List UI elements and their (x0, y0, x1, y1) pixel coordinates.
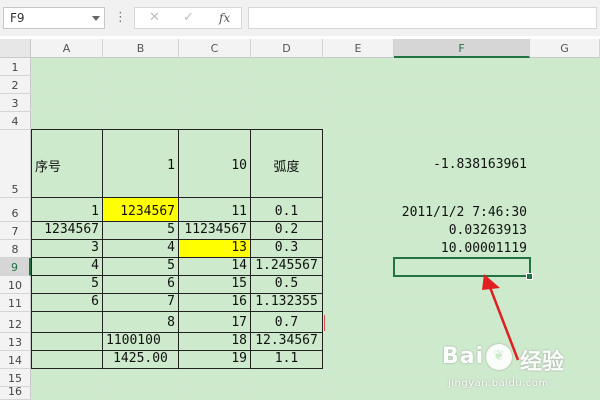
row-header-13[interactable]: 13 (0, 333, 31, 351)
formula-bar: F9 ⋮ ✕ ✓ fx (0, 0, 600, 36)
row-header-1[interactable]: 1 (0, 58, 31, 76)
cell-c5[interactable]: 10 (179, 129, 251, 198)
cell-b9[interactable]: 5 (103, 258, 179, 276)
cell-c11[interactable]: 16 (179, 294, 251, 312)
column-header-f[interactable]: F (394, 39, 530, 58)
row-header-3[interactable]: 3 (0, 94, 31, 112)
more-options-icon[interactable]: ⋮ (114, 7, 127, 29)
cell-a5[interactable]: 序号 (31, 129, 103, 198)
gridline (31, 75, 600, 76)
select-all-corner[interactable] (0, 39, 31, 58)
cell-d6[interactable]: 0.1 (251, 198, 323, 222)
cell-c7[interactable]: 11234567 (179, 222, 251, 240)
row-header-10[interactable]: 10 (0, 276, 31, 294)
row-header-5[interactable]: 5 (0, 130, 31, 198)
insert-function-icon[interactable]: fx (219, 11, 230, 25)
cell-c8[interactable]: 13 (179, 240, 251, 258)
row-header-11[interactable]: 11 (0, 294, 31, 312)
name-box[interactable]: F9 (3, 7, 105, 29)
cell-d5[interactable]: 弧度 (251, 129, 323, 198)
cell-c12[interactable]: 17 (179, 312, 251, 333)
cell-c10[interactable]: 15 (179, 276, 251, 294)
cell-a7[interactable]: 1234567 (31, 222, 103, 240)
cell-d8[interactable]: 0.3 (251, 240, 323, 258)
cell-f5[interactable]: -1.838163961 (394, 129, 530, 198)
cell-d7[interactable]: 0.2 (251, 222, 323, 240)
watermark-url: jingyan.baidu.com (448, 378, 549, 389)
cell-c9[interactable]: 14 (179, 258, 251, 276)
name-box-dropdown-icon[interactable] (92, 16, 100, 21)
cell-a8[interactable]: 3 (31, 240, 103, 258)
cell-a10[interactable]: 5 (31, 276, 103, 294)
row-header-2[interactable]: 2 (0, 76, 31, 94)
column-header-c[interactable]: C (179, 39, 251, 58)
gridline (31, 93, 600, 94)
cell-b10[interactable]: 6 (103, 276, 179, 294)
row-header-6[interactable]: 6 (0, 198, 31, 222)
cell-a11[interactable]: 6 (31, 294, 103, 312)
row-header-9[interactable]: 9 (0, 258, 31, 276)
cell-d10[interactable]: 0.5 (251, 276, 323, 294)
watermark-logo-right: 经验 (520, 350, 565, 375)
cell-c14[interactable]: 19 (179, 351, 251, 369)
cell-d12[interactable]: 0.7 (251, 312, 323, 333)
cell-f8[interactable]: 10.00001119 (394, 240, 530, 258)
gridline (31, 111, 600, 112)
cell-b5[interactable]: 1 (103, 129, 179, 198)
cell-a6[interactable]: 1 (31, 198, 103, 222)
cell-a9[interactable]: 4 (31, 258, 103, 276)
watermark-logo-left: Bai (442, 344, 485, 369)
row-header-16[interactable]: 16 (0, 385, 31, 400)
row-header-7[interactable]: 7 (0, 222, 31, 240)
cell-c6[interactable]: 11 (179, 198, 251, 222)
cell-c13[interactable]: 18 (179, 333, 251, 351)
cell-a12[interactable] (31, 312, 103, 333)
paw-icon: ❦ (486, 344, 512, 370)
cell-d14[interactable]: 1.1 (251, 351, 323, 369)
enter-icon[interactable]: ✓ (183, 10, 194, 25)
cell-d11[interactable]: 1.132355 (251, 294, 323, 312)
row-header-14[interactable]: 14 (0, 351, 31, 369)
cell-f6[interactable]: 2011/1/2 7:46:30 (394, 198, 530, 222)
cell-a13[interactable] (31, 333, 103, 351)
red-mark (324, 315, 325, 331)
column-header-a[interactable]: A (31, 39, 103, 58)
cell-b13[interactable]: 1100100 (103, 333, 179, 351)
row-header-12[interactable]: 12 (0, 312, 31, 333)
cancel-icon[interactable]: ✕ (149, 10, 160, 25)
column-header-e[interactable]: E (323, 39, 394, 58)
formula-input[interactable] (248, 7, 597, 29)
row-header-4[interactable]: 4 (0, 112, 31, 130)
cell-b7[interactable]: 5 (103, 222, 179, 240)
cell-d13[interactable]: 12.34567 (251, 333, 323, 351)
column-header-d[interactable]: D (251, 39, 323, 58)
cell-b14[interactable]: 1425.00 (103, 351, 179, 369)
cell-b8[interactable]: 4 (103, 240, 179, 258)
spreadsheet-grid: A B C D E F G 1 2 3 4 5 6 7 8 9 10 11 12… (0, 36, 600, 400)
cell-d9[interactable]: 1.245567 (251, 258, 323, 276)
column-header-g[interactable]: G (530, 39, 600, 58)
name-box-value: F9 (10, 11, 25, 25)
cell-b6[interactable]: 1234567 (103, 198, 179, 222)
cell-b12[interactable]: 8 (103, 312, 179, 333)
cell-b11[interactable]: 7 (103, 294, 179, 312)
cell-a14[interactable] (31, 351, 103, 369)
row-header-8[interactable]: 8 (0, 240, 31, 258)
column-header-b[interactable]: B (103, 39, 179, 58)
formula-buttons: ✕ ✓ fx (134, 7, 242, 29)
cell-f7[interactable]: 0.03263913 (394, 222, 530, 240)
baidu-watermark: Bai ❦ 经验 jingyan.baidu.com (442, 342, 592, 396)
